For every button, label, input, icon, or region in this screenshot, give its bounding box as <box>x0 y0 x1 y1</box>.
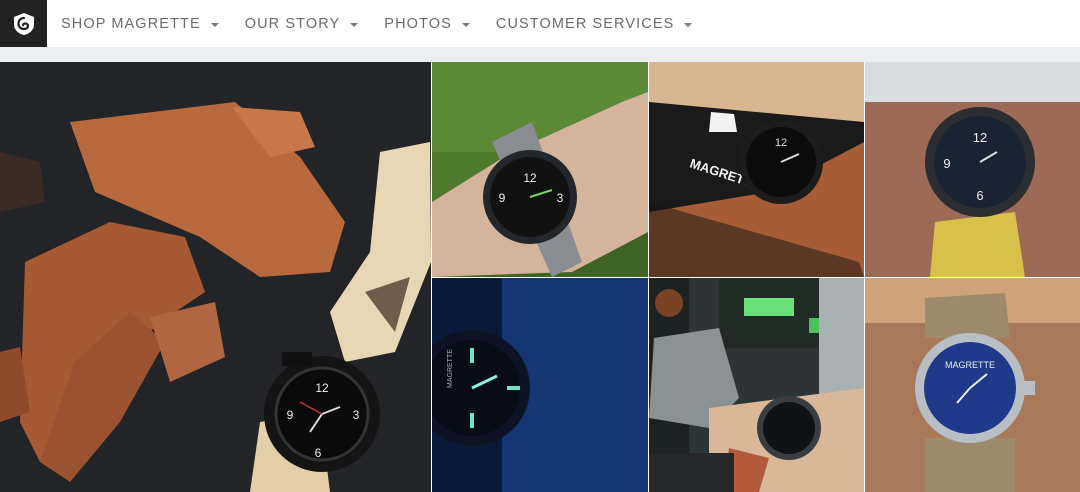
chevron-down-icon <box>461 22 470 27</box>
dial-numeral-3: 3 <box>353 408 360 422</box>
dial-numeral-9: 9 <box>287 408 294 422</box>
chevron-down-icon <box>350 22 359 27</box>
dial-numeral-3: 3 <box>557 191 564 205</box>
nav-item-our-story[interactable]: OUR STORY <box>245 16 359 32</box>
photo-gallery: 12 3 6 9 12 3 9 MAGRETTE 12 12 6 9 MAGRE… <box>0 62 1080 492</box>
site-header: SHOP MAGRETTE OUR STORY PHOTOS CUSTOMER … <box>0 0 1080 47</box>
magrette-logo[interactable] <box>0 0 47 47</box>
blue-dial-photo-image: MAGRETTE <box>865 278 1080 492</box>
nav-label: PHOTOS <box>384 15 452 32</box>
nav-label: SHOP MAGRETTE <box>61 15 201 32</box>
car-photo-image <box>649 278 864 492</box>
gallery-photo-card[interactable]: MAGRETTE 12 <box>649 62 864 277</box>
chevron-down-icon <box>684 22 693 27</box>
straps-photo-image: 12 3 6 9 <box>0 62 431 492</box>
card-photo-image: MAGRETTE 12 <box>649 62 864 277</box>
header-subbar <box>0 47 1080 62</box>
shield-logo-icon <box>13 12 34 35</box>
gallery-photo-lume[interactable]: MAGRETTE <box>432 278 648 492</box>
dial-numeral-6: 6 <box>315 446 322 460</box>
gallery-photo-straps[interactable]: 12 3 6 9 <box>0 62 431 492</box>
dial-numeral-12: 12 <box>523 171 537 185</box>
nav-item-shop-magrette[interactable]: SHOP MAGRETTE <box>61 16 219 32</box>
lume-photo-image: MAGRETTE <box>432 278 648 492</box>
nav-item-customer-services[interactable]: CUSTOMER SERVICES <box>496 16 693 32</box>
dial-numeral-9: 9 <box>499 191 506 205</box>
gallery-photo-grass-wrist[interactable]: 12 3 9 <box>432 62 648 277</box>
main-nav: SHOP MAGRETTE OUR STORY PHOTOS CUSTOMER … <box>47 0 718 47</box>
dial-numeral-9: 9 <box>943 156 950 171</box>
dial-numeral-6: 6 <box>976 188 983 203</box>
dial-numeral-12: 12 <box>315 381 329 395</box>
gallery-photo-yellow-strap[interactable]: 12 6 9 <box>865 62 1080 277</box>
gallery-photo-blue-dial[interactable]: MAGRETTE <box>865 278 1080 492</box>
dial-numeral-12: 12 <box>775 137 787 149</box>
dial-brand-text: MAGRETTE <box>447 349 454 388</box>
dial-numeral-12: 12 <box>973 130 987 145</box>
nav-label: OUR STORY <box>244 15 341 32</box>
nav-label: CUSTOMER SERVICES <box>495 15 675 32</box>
chevron-down-icon <box>210 22 219 27</box>
grass-wrist-photo-image: 12 3 9 <box>432 62 648 277</box>
yellow-strap-photo-image: 12 6 9 <box>865 62 1080 277</box>
nav-item-photos[interactable]: PHOTOS <box>384 16 470 32</box>
gallery-photo-car[interactable] <box>649 278 864 492</box>
dial-brand-text: MAGRETTE <box>945 360 995 370</box>
